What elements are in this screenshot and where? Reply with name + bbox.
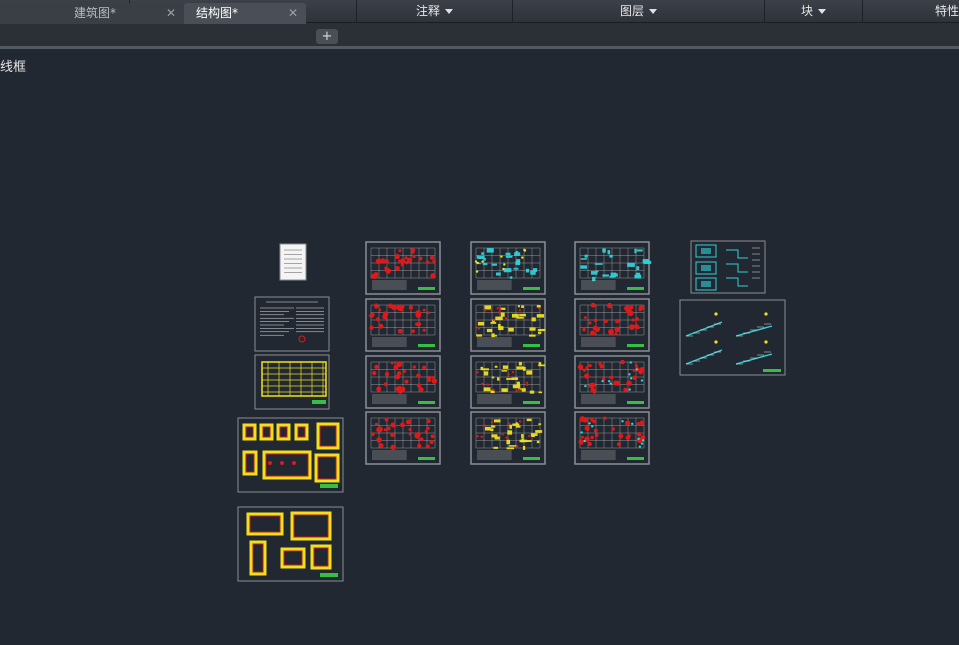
chevron-down-icon <box>445 9 453 14</box>
drawing-sheet <box>574 411 650 465</box>
sheet-detail-graphics <box>242 244 781 577</box>
drawing-sheet <box>470 241 546 295</box>
drawing-sheet <box>574 355 650 409</box>
tab-structure-label: 结构图* <box>196 6 239 20</box>
chevron-down-icon <box>818 9 826 14</box>
panel-annotate[interactable]: 注释 <box>357 0 513 22</box>
drawing-sheet <box>365 298 441 352</box>
drawing-sheet <box>470 298 546 352</box>
close-icon[interactable]: ✕ <box>166 3 176 24</box>
panel-block[interactable]: 块 <box>765 0 863 22</box>
tab-start[interactable] <box>0 3 62 24</box>
panel-layers-label: 图层 <box>619 4 644 18</box>
drawing-sheet <box>470 355 546 409</box>
tab-architecture[interactable]: 建筑图* ✕ <box>62 3 184 24</box>
file-tab-bar <box>0 23 959 47</box>
sheet-stair-sections <box>679 299 786 376</box>
drawing-sheet <box>365 241 441 295</box>
sheet-column-cyan-red <box>574 241 652 465</box>
new-tab-button[interactable]: + <box>316 29 338 44</box>
drawing-sheet <box>574 241 652 295</box>
close-icon[interactable]: ✕ <box>288 3 298 24</box>
panel-annotate-label: 注释 <box>415 4 440 18</box>
drawing-canvas[interactable] <box>0 49 959 645</box>
panel-layers[interactable]: 图层 <box>513 0 765 22</box>
drawing-sheet <box>365 355 441 409</box>
drawing-sheet <box>470 411 546 465</box>
panel-properties-label: 特性 <box>934 4 959 18</box>
sheet-column-red <box>365 241 441 465</box>
panel-block-label: 块 <box>800 4 813 18</box>
drawing-sheet <box>365 411 441 465</box>
sheet-notes-small <box>279 243 307 281</box>
panel-properties[interactable]: 特性 <box>863 0 959 22</box>
chevron-down-icon <box>649 9 657 14</box>
sheet-general-notes <box>254 296 330 352</box>
sheet-column-yellow <box>470 241 546 465</box>
tab-structure[interactable]: 结构图* ✕ <box>184 3 306 24</box>
drawing-sheet <box>574 298 650 352</box>
tab-architecture-label: 建筑图* <box>74 6 117 20</box>
